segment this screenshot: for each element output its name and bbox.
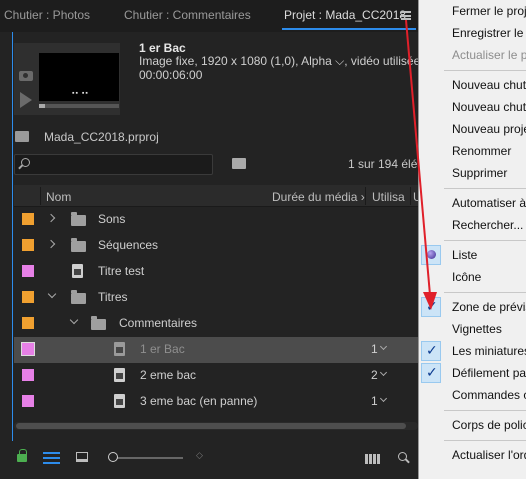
- zoom-slider-handle[interactable]: [108, 452, 118, 462]
- bottom-toolbar: [0, 441, 418, 479]
- column-duration[interactable]: Durée du média ›: [272, 190, 365, 204]
- menu-separator: [444, 70, 526, 71]
- search-input[interactable]: [14, 154, 213, 175]
- new-search-bin-icon[interactable]: [232, 158, 246, 169]
- lock-icon[interactable]: [17, 449, 27, 462]
- search-icon: [21, 158, 30, 167]
- label-color-swatch[interactable]: [22, 369, 34, 381]
- menu-item-hover-scrub[interactable]: Défilement pa: [452, 366, 526, 380]
- radio-selected-icon: [427, 250, 436, 259]
- menu-separator: [444, 440, 526, 441]
- icon-view-icon[interactable]: [76, 452, 88, 462]
- label-color-swatch[interactable]: [22, 265, 34, 277]
- project-file-icon: [15, 131, 29, 142]
- menu-item-rename[interactable]: Renommer: [452, 144, 511, 158]
- play-icon[interactable]: [20, 92, 32, 108]
- usage-count: 1: [371, 394, 378, 408]
- tab-photos-bin[interactable]: Chutier : Photos: [4, 8, 90, 22]
- column-name[interactable]: Nom: [46, 190, 71, 204]
- row-name[interactable]: Titres: [98, 290, 128, 304]
- usage-count: 2: [371, 368, 378, 382]
- tab-project[interactable]: Projet : Mada_CC2018: [284, 8, 406, 22]
- menu-item-new-item[interactable]: Nouveau proje: [452, 122, 526, 136]
- label-color-swatch[interactable]: [22, 239, 34, 251]
- item-count: 1 sur 194 élém: [348, 157, 428, 171]
- column-divider[interactable]: [40, 187, 41, 205]
- label-color-swatch[interactable]: [22, 213, 34, 225]
- column-divider[interactable]: [410, 187, 411, 205]
- folder-icon: [71, 212, 86, 226]
- menu-item-list-view[interactable]: Liste: [452, 248, 477, 262]
- menu-item-new-bin[interactable]: Nouveau chut: [452, 78, 526, 92]
- find-icon[interactable]: [398, 452, 407, 461]
- row-name[interactable]: Sons: [98, 212, 125, 226]
- clip-duration: 00:00:06:00: [139, 68, 203, 82]
- label-color-swatch[interactable]: [22, 291, 34, 303]
- row-name[interactable]: Titre test: [98, 264, 144, 278]
- menu-separator: [444, 410, 526, 411]
- menu-separator: [444, 188, 526, 189]
- menu-item-automate[interactable]: Automatiser à: [452, 196, 526, 210]
- row-name[interactable]: 2 eme bac: [140, 368, 196, 382]
- folder-icon: [71, 290, 86, 304]
- menu-item-refresh-project: Actualiser le p: [452, 48, 526, 62]
- preview-scrubber[interactable]: [39, 104, 119, 108]
- checkmark-icon: ✓: [426, 342, 438, 358]
- zoom-slider[interactable]: [111, 457, 183, 459]
- menu-item-new-search-bin[interactable]: Nouveau chut: [452, 100, 526, 114]
- thumbnail-content: ▪▪ ▪▪: [72, 90, 89, 97]
- folder-icon: [91, 316, 106, 330]
- checkmark-icon: ✓: [426, 364, 438, 380]
- folder-icon: [71, 238, 86, 252]
- menu-item-delete[interactable]: Supprimer: [452, 166, 507, 180]
- list-view-icon[interactable]: [43, 452, 60, 464]
- column-usage[interactable]: Utilisa: [372, 190, 405, 204]
- project-file-name: Mada_CC2018.prproj: [44, 130, 159, 144]
- menu-item-font-size[interactable]: Corps de polic: [452, 418, 526, 432]
- label-color-swatch[interactable]: [21, 342, 35, 356]
- menu-item-find[interactable]: Rechercher...: [452, 218, 523, 232]
- usage-count: 1: [371, 342, 378, 356]
- menu-item-icon-view[interactable]: Icône: [452, 270, 481, 284]
- panel-menu-icon[interactable]: [401, 11, 411, 20]
- tab-comments-bin[interactable]: Chutier : Commentaires: [124, 8, 251, 22]
- title-file-icon: [114, 394, 125, 408]
- label-color-swatch[interactable]: [22, 395, 34, 407]
- menu-item-controls[interactable]: Commandes c: [452, 388, 526, 402]
- label-color-swatch[interactable]: [22, 317, 34, 329]
- checkmark-icon: ✓: [426, 298, 438, 314]
- menu-item-refresh-sort[interactable]: Actualiser l'ord: [452, 448, 526, 462]
- column-divider[interactable]: [365, 187, 366, 205]
- table-row[interactable]: [14, 311, 418, 337]
- clip-name: 1 er Bac: [139, 41, 186, 55]
- menu-item-thumbnail-preview[interactable]: Les miniatures: [452, 344, 526, 358]
- row-name[interactable]: Séquences: [98, 238, 158, 252]
- table-row-selected[interactable]: [14, 337, 418, 363]
- title-file-icon: [72, 264, 83, 278]
- menu-separator: [444, 240, 526, 241]
- title-file-icon: [114, 342, 125, 356]
- sort-icons-icon[interactable]: ◇: [196, 451, 205, 464]
- active-tab-indicator: [282, 28, 416, 30]
- menu-item-preview-area[interactable]: Zone de prévis: [452, 300, 526, 314]
- clip-details: Image fixe, 1920 x 1080 (1,0), Alpha ⌵, …: [139, 54, 444, 68]
- menu-separator: [444, 292, 526, 293]
- camera-icon[interactable]: [19, 71, 33, 81]
- row-name[interactable]: Commentaires: [119, 316, 197, 330]
- automate-to-sequence-icon[interactable]: [365, 454, 380, 464]
- title-file-icon: [114, 368, 125, 382]
- chevron-down-icon[interactable]: ⌵: [332, 54, 344, 68]
- horizontal-scrollbar[interactable]: [14, 422, 418, 430]
- row-name[interactable]: 1 er Bac: [140, 342, 185, 356]
- menu-item-save-project[interactable]: Enregistrer le p: [452, 26, 526, 40]
- row-name[interactable]: 3 eme bac (en panne): [140, 394, 257, 408]
- table-row[interactable]: [14, 363, 418, 389]
- menu-item-thumbnails[interactable]: Vignettes: [452, 322, 502, 336]
- menu-item-close-project[interactable]: Fermer le proj: [452, 4, 526, 18]
